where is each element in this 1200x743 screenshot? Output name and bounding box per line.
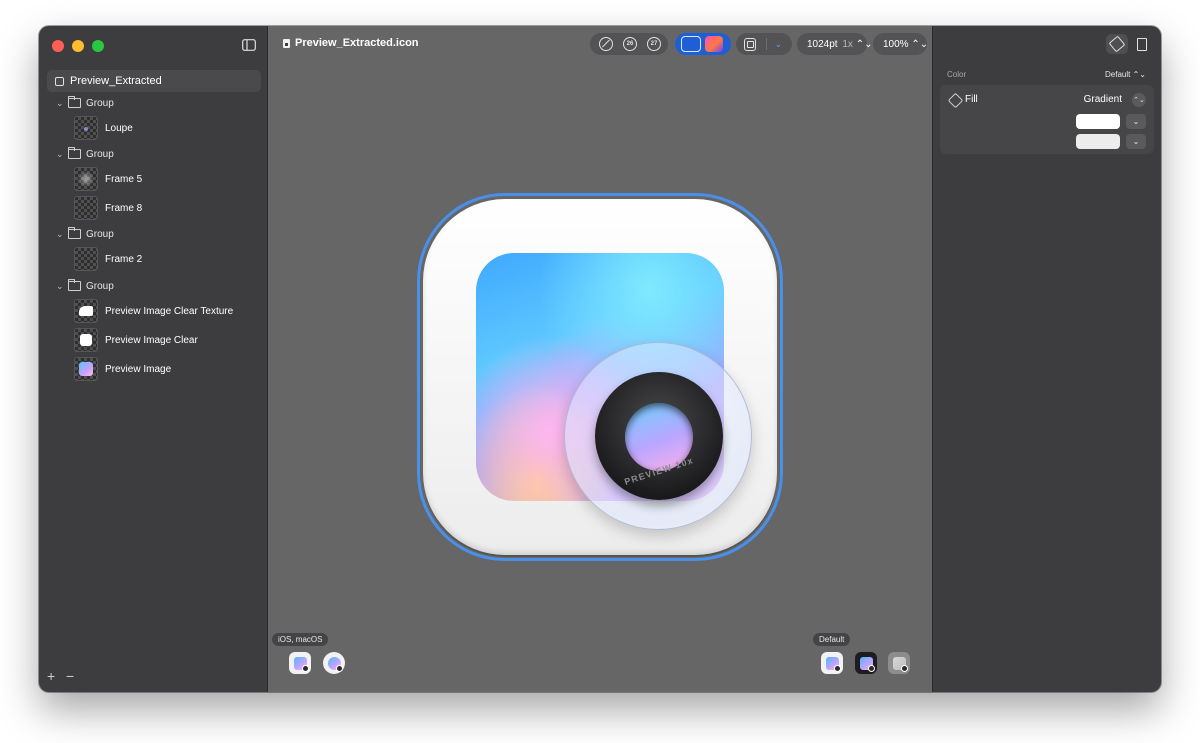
layers-sidebar: Preview_Extracted ⌄ Group Loupe ⌄ Group …	[39, 26, 268, 692]
layer-root-item[interactable]: Preview_Extracted	[47, 70, 261, 92]
layer-thumbnail	[74, 116, 98, 140]
brush-icon	[1108, 35, 1126, 53]
canvas-options-group: ⌄	[736, 33, 792, 55]
appearance-mode-group: 26 27	[590, 33, 668, 55]
window-controls	[52, 40, 104, 52]
chevron-down-icon[interactable]: ⌄	[56, 281, 66, 292]
layer-thumbnail	[74, 299, 98, 323]
ios-preview-icon[interactable]	[289, 652, 311, 674]
layer-label: Preview Image Clear Texture	[105, 305, 234, 317]
add-layer-button[interactable]: +	[47, 668, 55, 684]
gradient-stop-2-swatch[interactable]	[1076, 134, 1120, 149]
fill-label: Fill	[965, 94, 978, 105]
folder-icon	[68, 279, 81, 291]
document-title: Preview_Extracted.icon	[283, 37, 419, 49]
chevron-down-icon[interactable]: ⌄	[56, 229, 66, 240]
zoom-value: 100% ⌃⌄	[873, 39, 938, 50]
group-row[interactable]: ⌄ Group	[56, 225, 114, 243]
inspector-panel: Color Default ⌃⌄ Fill Gradient ⌃⌄ ⌄ ⌄	[932, 26, 1161, 692]
gradient-stop-1-swatch[interactable]	[1076, 114, 1120, 129]
layer-item-loupe[interactable]: Loupe	[74, 116, 133, 140]
paint-bucket-icon	[947, 92, 964, 109]
layer-thumbnail	[74, 247, 98, 271]
chevron-down-icon[interactable]: ⌄	[774, 39, 782, 50]
scale-text: 1x	[842, 38, 853, 50]
light-mode-icon[interactable]	[681, 36, 701, 52]
fill-type-value[interactable]: Gradient	[1084, 94, 1122, 105]
folder-icon	[68, 227, 81, 239]
size-stepper-icon: ⌃⌄	[855, 38, 873, 50]
chevron-down-icon[interactable]: ⌄	[56, 98, 66, 109]
group-row[interactable]: ⌄ Group	[56, 277, 114, 295]
zoom-selector[interactable]: 100% ⌃⌄	[873, 33, 928, 55]
layer-item-preview-image-clear-texture[interactable]: Preview Image Clear Texture	[74, 299, 233, 323]
appearance-tag: Default	[813, 633, 851, 646]
group-label: Group	[86, 148, 114, 160]
layer-thumbnail	[74, 328, 98, 352]
layer-item-preview-image[interactable]: Preview Image	[74, 357, 171, 381]
layer-item-frame-8[interactable]: Frame 8	[74, 196, 142, 220]
grid-icon[interactable]	[744, 37, 756, 51]
sidebar-toggle-icon[interactable]	[238, 36, 260, 54]
toolbar-divider	[765, 38, 767, 50]
icon-file-icon	[55, 76, 64, 86]
size-selector[interactable]: 1024pt 1x ⌃⌄	[797, 33, 872, 55]
document-icon	[1137, 37, 1147, 51]
app-window: Preview_Extracted ⌄ Group Loupe ⌄ Group …	[39, 26, 1161, 692]
layer-label: Loupe	[105, 122, 133, 134]
close-button[interactable]	[52, 40, 64, 52]
size-value: 1024pt 1x ⌃⌄	[797, 39, 882, 50]
layer-label: Preview Image Clear	[105, 334, 198, 346]
gradient-stop-2-dropdown[interactable]: ⌄	[1126, 134, 1146, 149]
zoom-stepper-icon: ⌃⌄	[911, 38, 929, 50]
fill-card: Fill Gradient ⌃⌄ ⌄ ⌄	[940, 85, 1154, 154]
layer-label: Preview Image	[105, 363, 172, 375]
layer-label: Frame 5	[105, 173, 143, 185]
chevron-down-icon[interactable]: ⌄	[56, 149, 66, 160]
group-label: Group	[86, 228, 114, 240]
group-label: Group	[86, 97, 114, 109]
size-text: 1024pt	[807, 38, 838, 50]
remove-layer-button[interactable]: −	[66, 668, 74, 684]
layer-root-label: Preview_Extracted	[70, 75, 162, 87]
section-default-dropdown[interactable]: Default ⌃⌄	[1105, 70, 1146, 79]
minimize-button[interactable]	[72, 40, 84, 52]
document-title-text: Preview_Extracted.icon	[295, 37, 419, 49]
layer-thumbnail	[74, 167, 98, 191]
zoom-button[interactable]	[92, 40, 104, 52]
light-dark-toggle[interactable]	[675, 33, 731, 55]
group-row[interactable]: ⌄ Group	[56, 94, 114, 112]
no-platform-icon[interactable]	[599, 37, 613, 51]
fill-type-stepper[interactable]: ⌃⌄	[1132, 93, 1146, 107]
layer-thumbnail	[74, 357, 98, 381]
document-icon	[283, 38, 290, 48]
platform-tag: iOS, macOS	[272, 633, 329, 646]
platform-27-button[interactable]: 27	[647, 37, 661, 51]
layer-thumbnail	[74, 196, 98, 220]
layer-item-frame-2[interactable]: Frame 2	[74, 247, 142, 271]
default-preview-icon[interactable]	[821, 652, 843, 674]
layer-label: Frame 8	[105, 202, 143, 214]
group-row[interactable]: ⌄ Group	[56, 145, 114, 163]
group-label: Group	[86, 280, 114, 292]
appearance-tab[interactable]	[1106, 34, 1128, 54]
layer-item-frame-5[interactable]: Frame 5	[74, 167, 142, 191]
section-title: Color	[947, 70, 967, 79]
dark-preview-icon[interactable]	[855, 652, 877, 674]
folder-icon	[68, 147, 81, 159]
zoom-text: 100%	[883, 38, 909, 50]
colored-mode-icon[interactable]	[705, 36, 723, 52]
layer-label: Frame 2	[105, 253, 143, 265]
tinted-preview-icon[interactable]	[888, 652, 910, 674]
folder-icon	[68, 96, 81, 108]
layer-item-preview-image-clear[interactable]: Preview Image Clear	[74, 328, 198, 352]
platform-26-button[interactable]: 26	[623, 37, 637, 51]
watch-preview-icon[interactable]	[323, 652, 345, 674]
gradient-stop-1-dropdown[interactable]: ⌄	[1126, 114, 1146, 129]
document-tab[interactable]	[1131, 34, 1153, 54]
